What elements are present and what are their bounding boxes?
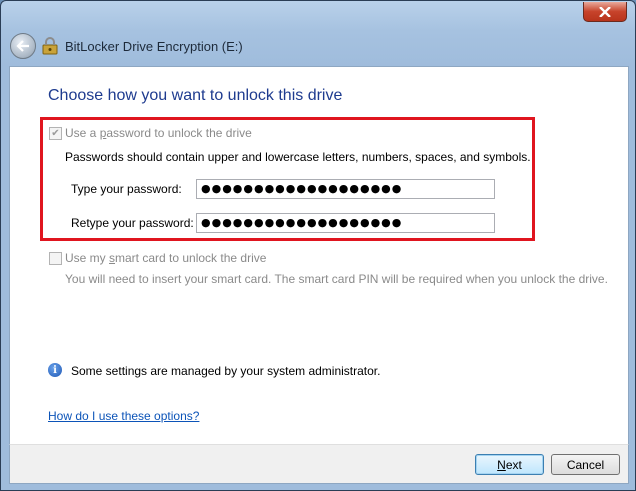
help-link[interactable]: How do I use these options? [48,409,199,423]
type-password-input[interactable]: ●●●●●●●●●●●●●●●●●●● [196,179,495,199]
content-panel: Choose how you want to unlock this drive… [9,66,629,445]
smartcard-option-label[interactable]: Use my smart card to unlock the drive [65,251,266,265]
password-option-label[interactable]: Use a password to unlock the drive [65,126,252,140]
next-button[interactable]: Next [475,454,544,475]
close-button[interactable] [583,2,627,22]
back-button[interactable] [10,33,36,59]
bitlocker-icon [42,37,58,55]
smartcard-checkbox[interactable] [49,252,62,265]
page-heading: Choose how you want to unlock this drive [48,87,343,104]
type-password-label: Type your password: [71,182,182,196]
window-title: BitLocker Drive Encryption (E:) [65,39,243,54]
cancel-button[interactable]: Cancel [551,454,620,475]
close-icon [599,6,611,17]
checkmark-icon: ✔ [51,128,60,139]
smartcard-hint: You will need to insert your smart card.… [65,272,608,286]
bitlocker-window: BitLocker Drive Encryption (E:) Choose h… [0,0,636,491]
next-button-mnemonic: N [497,457,506,472]
admin-info-text: Some settings are managed by your system… [71,364,381,378]
password-hint: Passwords should contain upper and lower… [65,150,531,164]
next-button-label: ext [505,457,522,472]
password-checkbox[interactable]: ✔ [49,127,62,140]
back-arrow-icon [16,40,29,52]
retype-password-label: Retype your password: [71,216,194,230]
info-icon: i [48,363,62,377]
footer-bar: Next Cancel [9,444,629,484]
retype-password-input[interactable]: ●●●●●●●●●●●●●●●●●●● [196,213,495,233]
